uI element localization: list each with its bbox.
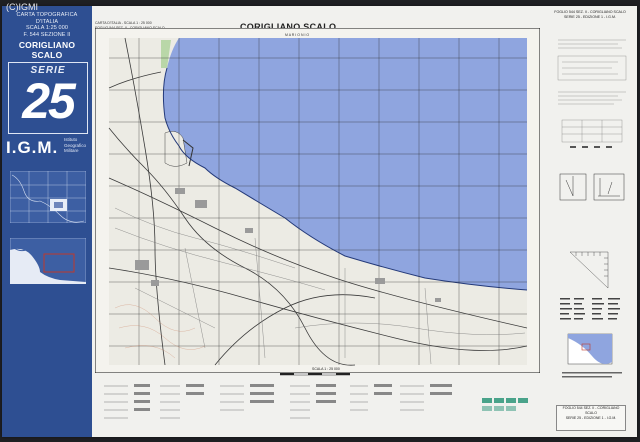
cover-panel: CARTA TOPOGRAFICA D'ITALIA SCALA 1:25 00… xyxy=(2,6,92,437)
declination-diagram xyxy=(559,173,625,201)
footer-line2: SERIE 25 - EDIZIONE 1 - I.G.M. xyxy=(565,416,617,420)
scale-bar xyxy=(280,372,350,376)
grid-reference-box xyxy=(569,251,609,289)
footer-block: FOGLIO 544 SEZ. II - CORIGLIANO SCALO SE… xyxy=(556,405,626,431)
scale-label: SCALA 1 : 25 000 xyxy=(312,367,340,371)
igm-logo: I.G.M. xyxy=(6,138,59,157)
right-title-line2: SERIE 25 - EDIZIONE 1 - I.G.M. xyxy=(564,15,616,19)
sheet-index-map xyxy=(10,171,86,223)
serie-box: SERIE 25 xyxy=(8,62,88,134)
cover-header-line1: CARTA TOPOGRAFICA D'ITALIA xyxy=(16,12,78,25)
serie-number: 25 xyxy=(22,73,76,129)
institute-name: Istituto Geografico Militare xyxy=(64,137,87,153)
bottom-legend xyxy=(104,384,528,419)
sea-label: M A R I O N I O xyxy=(285,33,309,37)
cover-header-line3: F. 544 SEZIONE II xyxy=(23,31,71,38)
right-legend-panels xyxy=(557,39,627,378)
cover-place-name: CORIGLIANO SCALO xyxy=(18,40,76,60)
watermark: (C)IGMI xyxy=(6,2,38,12)
inset-coast-map xyxy=(567,333,613,365)
topographic-map: M A R I O N I O xyxy=(95,28,540,373)
right-info-column: FOGLIO 544 SEZ. II - CORIGLIANO SCALO SE… xyxy=(548,10,632,20)
footer-line1: FOGLIO 544 SEZ. II - CORIGLIANO SCALO xyxy=(562,406,620,415)
location-map xyxy=(10,238,86,284)
cover-header: CARTA TOPOGRAFICA D'ITALIA SCALA 1:25 00… xyxy=(6,12,88,38)
